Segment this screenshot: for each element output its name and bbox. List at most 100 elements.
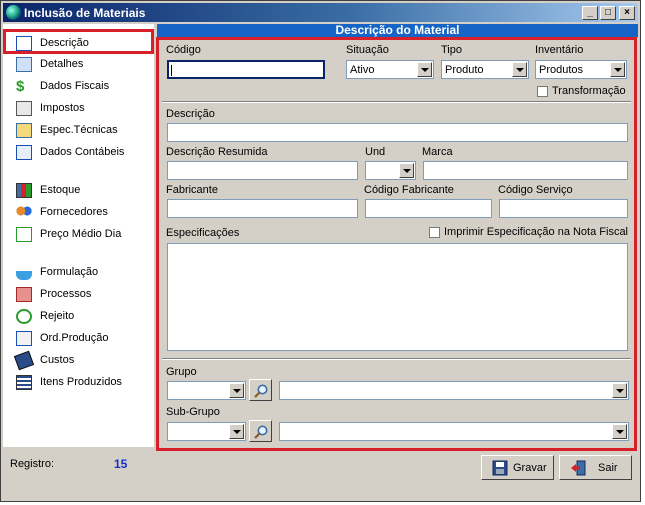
sidebar-item-label: Processos — [40, 288, 92, 300]
title-bar[interactable]: Inclusão de Materiais _ □ × — [3, 3, 638, 22]
dropdown-button[interactable] — [612, 383, 627, 398]
chevron-down-icon — [616, 430, 624, 434]
codigo-servico-input[interactable] — [499, 199, 628, 218]
tipo-label: Tipo — [441, 44, 462, 56]
sidebar-item-label: Descrição — [40, 37, 89, 49]
sair-button[interactable]: Sair — [559, 455, 632, 480]
calculator-icon — [13, 350, 35, 371]
descricao-label: Descrição — [166, 108, 215, 120]
grupo-name-select[interactable] — [279, 381, 629, 400]
window-title: Inclusão de Materiais — [24, 6, 146, 20]
sub-grupo-name-select[interactable] — [279, 422, 629, 441]
especificacoes-textarea[interactable] — [167, 243, 628, 351]
situacao-value: Ativo — [350, 64, 375, 76]
sidebar-item-label: Impostos — [40, 102, 85, 114]
minimize-button[interactable]: _ — [582, 6, 598, 20]
gravar-label: Gravar — [513, 462, 547, 474]
sub-grupo-search-button[interactable] — [249, 420, 272, 442]
sidebar-item-espec-tecnicas[interactable]: Espec.Técnicas — [3, 120, 154, 141]
descricao-resumida-input[interactable] — [167, 161, 358, 180]
fabricante-label: Fabricante — [166, 184, 218, 196]
transformacao-checkbox[interactable] — [537, 86, 548, 97]
tipo-select[interactable]: Produto — [441, 60, 529, 79]
list-icon — [16, 375, 32, 390]
sub-grupo-code-select[interactable] — [167, 422, 246, 441]
sidebar-item-estoque[interactable]: Estoque — [3, 180, 154, 201]
sidebar-item-formulacao[interactable]: Formulação — [3, 262, 154, 283]
calendar-icon — [16, 227, 32, 242]
gravar-button[interactable]: Gravar — [481, 455, 554, 480]
exit-door-icon — [571, 460, 586, 476]
people-icon — [16, 205, 32, 220]
sidebar-item-impostos[interactable]: Impostos — [3, 98, 154, 119]
sidebar-item-preco-medio-dia[interactable]: Preço Médio Dia — [3, 224, 154, 245]
und-label: Und — [365, 146, 386, 158]
sidebar-item-label: Dados Fiscais — [40, 80, 110, 92]
sidebar-item-label: Formulação — [40, 266, 99, 278]
descricao-resumida-label: Descrição Resumida — [166, 146, 268, 158]
sub-grupo-label: Sub-Grupo — [166, 406, 220, 418]
dropdown-button[interactable] — [610, 62, 625, 77]
und-select[interactable] — [365, 161, 416, 180]
sidebar-item-processos[interactable]: Processos — [3, 284, 154, 305]
inventario-value: Produtos — [539, 64, 584, 76]
sair-label: Sair — [598, 462, 618, 474]
sidebar-item-dados-fiscais[interactable]: $ Dados Fiscais — [3, 76, 154, 97]
chevron-down-icon — [614, 68, 622, 72]
bar-chart-icon — [16, 183, 32, 198]
sidebar-item-custos[interactable]: Custos — [3, 350, 154, 371]
codigo-fabricante-input[interactable] — [365, 199, 492, 218]
sidebar-item-label: Ord.Produção — [40, 332, 109, 344]
dropdown-button[interactable] — [229, 424, 244, 439]
floppy-disk-icon — [492, 460, 508, 476]
imprimir-especificacao-checkbox[interactable] — [429, 227, 440, 238]
sidebar-item-detalhes[interactable]: Detalhes — [3, 54, 154, 75]
codigo-fabricante-label: Código Fabricante — [364, 184, 454, 196]
codigo-servico-label: Código Serviço — [498, 184, 573, 196]
inventario-label: Inventário — [535, 44, 584, 56]
sidebar-item-itens-produzidos[interactable]: Itens Produzidos — [3, 372, 154, 393]
descricao-input[interactable] — [167, 123, 628, 142]
magnifier-icon — [254, 425, 268, 439]
divider — [162, 101, 631, 103]
sidebar-item-label: Estoque — [40, 184, 81, 196]
dropdown-button[interactable] — [512, 62, 527, 77]
dropdown-button[interactable] — [399, 163, 414, 178]
inventario-select[interactable]: Produtos — [535, 60, 627, 79]
chevron-down-icon — [403, 169, 411, 173]
clipboard-icon — [16, 123, 32, 138]
marca-label: Marca — [422, 146, 453, 158]
dropdown-button[interactable] — [612, 424, 627, 439]
sidebar-item-label: Espec.Técnicas — [40, 124, 118, 136]
sidebar-item-fornecedores[interactable]: Fornecedores — [3, 202, 154, 223]
sidebar-item-descricao[interactable]: Descrição — [3, 33, 154, 54]
maximize-button[interactable]: □ — [600, 6, 616, 20]
document-icon — [16, 36, 32, 51]
process-icon — [16, 287, 32, 302]
sidebar-item-label: Dados Contábeis — [40, 146, 125, 158]
grupo-code-select[interactable] — [167, 381, 246, 400]
codigo-label: Código — [166, 44, 201, 56]
sidebar-item-rejeito[interactable]: Rejeito — [3, 306, 154, 327]
sidebar-item-label: Detalhes — [40, 58, 84, 70]
grupo-search-button[interactable] — [249, 379, 272, 401]
sidebar-item-label: Rejeito — [40, 310, 75, 322]
order-document-icon — [16, 331, 32, 346]
registro-label: Registro: — [10, 458, 55, 470]
dropdown-button[interactable] — [417, 62, 432, 77]
fabricante-input[interactable] — [167, 199, 358, 218]
app-icon — [6, 5, 21, 20]
registro-count: 15 — [114, 457, 128, 471]
marca-input[interactable] — [423, 161, 628, 180]
codigo-input[interactable] — [167, 60, 325, 79]
flask-icon — [16, 265, 32, 280]
dropdown-button[interactable] — [229, 383, 244, 398]
situacao-select[interactable]: Ativo — [346, 60, 434, 79]
close-button[interactable]: × — [619, 6, 635, 20]
tipo-value: Produto — [445, 64, 484, 76]
sidebar-item-dados-contabeis[interactable]: Dados Contábeis — [3, 142, 154, 163]
divider — [162, 358, 631, 360]
text-caret — [171, 65, 172, 76]
sidebar-item-ord-producao[interactable]: Ord.Produção — [3, 328, 154, 349]
transformacao-label: Transformação — [552, 85, 626, 97]
